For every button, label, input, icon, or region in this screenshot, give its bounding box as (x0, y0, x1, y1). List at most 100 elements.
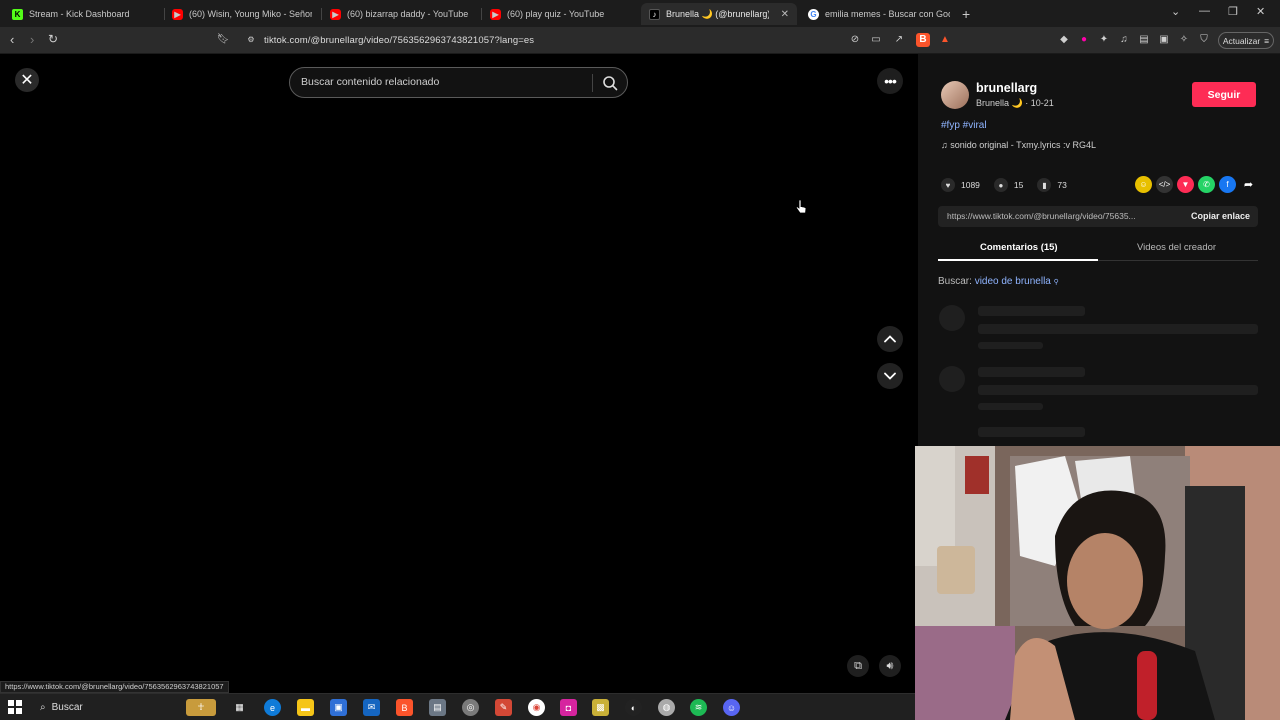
microsoft-store-icon[interactable]: ▣ (330, 699, 347, 716)
author-display-name: Brunella 🌙 (976, 98, 1023, 108)
tiktok-icon: ♪ (649, 8, 660, 20)
chevron-down-icon (884, 372, 896, 380)
app-grey-icon[interactable]: ◍ (658, 699, 675, 716)
next-video-button[interactable] (877, 363, 903, 389)
vpn-icon[interactable]: ⛉ (1197, 33, 1211, 47)
task-view-icon[interactable]: ▦ (231, 699, 248, 716)
more-options-button[interactable]: ••• (877, 68, 903, 94)
minimize-button[interactable]: — (1199, 5, 1210, 17)
like-button[interactable]: ♥ 1089 (941, 178, 980, 192)
mail-icon[interactable]: ✉ (363, 699, 380, 716)
send-icon[interactable]: ▼ (1177, 176, 1194, 193)
brave-shields-icon[interactable]: B (916, 33, 930, 47)
tab-tiktok-brunella[interactable]: ♪ Brunella 🌙 (@brunellarg) | Tik ✕ (641, 3, 797, 25)
tab-comments[interactable]: Comentarios (15) (980, 242, 1058, 253)
related-content-search[interactable]: Buscar contenido relacionado (289, 67, 628, 98)
comment-skeleton-line (978, 403, 1043, 410)
extension-diamond-icon[interactable]: ◆ (1057, 33, 1071, 47)
spotify-icon[interactable]: ≋ (690, 699, 707, 716)
search-suggestion[interactable]: Buscar: video de brunella ⚲ (938, 276, 1059, 287)
tab-creator-videos[interactable]: Videos del creador (1137, 242, 1216, 253)
avatar[interactable] (941, 81, 969, 109)
chevron-up-icon (884, 335, 896, 343)
extensions-puzzle-icon[interactable]: ✦ (1097, 33, 1111, 47)
tab-kick-dashboard[interactable]: K Stream - Kick Dashboard (4, 3, 164, 25)
previous-video-button[interactable] (877, 326, 903, 352)
more-share-icon[interactable]: ➦ (1240, 176, 1257, 193)
edge-icon[interactable]: e (264, 699, 281, 716)
search-prefix: Buscar: (938, 276, 972, 287)
media-icon[interactable]: ♫ (1117, 33, 1131, 47)
whatsapp-icon[interactable]: ✆ (1198, 176, 1215, 193)
tab-google-search[interactable]: G emilia memes - Buscar con Google (800, 3, 958, 25)
webcam-overlay (915, 446, 1280, 720)
author-username[interactable]: brunellarg (976, 81, 1037, 95)
music-note-icon: ♫ (941, 140, 951, 150)
search-icon[interactable] (601, 74, 619, 92)
chrome-icon[interactable]: ◉ (528, 699, 545, 716)
search-input[interactable]: Buscar contenido relacionado (301, 76, 439, 88)
file-explorer-icon[interactable]: ▬ (297, 699, 314, 716)
share-icon[interactable]: ↗ (892, 33, 906, 47)
restore-button[interactable]: ❐ (1228, 5, 1238, 18)
friends-share-icon[interactable]: ☺ (1135, 176, 1152, 193)
app-icon[interactable]: ▤ (429, 699, 446, 716)
site-settings-icon[interactable]: ⚙ (244, 33, 258, 47)
windows-start-icon[interactable] (8, 700, 22, 714)
taskbar-search[interactable]: ⌕ Buscar (32, 697, 212, 718)
browser-toolbar: ‹ › ↻ 🔖︎ ⚙ tiktok.com/@brunellarg/video/… (0, 27, 1280, 54)
menu-icon: ≡ (1264, 35, 1270, 46)
cast-icon[interactable]: ▭ (869, 33, 883, 47)
close-video-button[interactable]: ✕ (15, 68, 39, 92)
new-tab-button[interactable]: + (962, 6, 970, 22)
comment-count: 15 (1013, 180, 1024, 190)
search-highlight-icon[interactable]: ☥ (186, 699, 216, 716)
obs-icon[interactable]: ◎ (462, 699, 479, 716)
brave-icon[interactable]: B (396, 699, 413, 716)
app-red-icon[interactable]: ✎ (495, 699, 512, 716)
author-subtitle: Brunella 🌙 · 10-21 (976, 98, 1054, 109)
wallet-icon[interactable]: ▣ (1157, 33, 1171, 47)
forward-button[interactable]: › (30, 32, 34, 47)
tab-play-quiz-youtube[interactable]: ▶ (60) play quiz - YouTube (482, 3, 640, 25)
mute-tab-icon[interactable]: ⊘ (848, 33, 862, 47)
screen: K Stream - Kick Dashboard ▶ (60) Wisin, … (0, 0, 1280, 720)
search-small-icon: ⚲ (1053, 279, 1059, 286)
back-button[interactable]: ‹ (10, 32, 14, 47)
copy-link-button[interactable]: Copiar enlace (1191, 211, 1250, 221)
comment-skeleton-line (978, 367, 1085, 377)
music-line[interactable]: ♫ sonido original - Txmy.lyrics :v RG4L (941, 140, 1096, 150)
discord-icon[interactable]: ☺ (723, 699, 740, 716)
bookmark-icon[interactable]: 🔖︎ (216, 33, 230, 47)
save-button[interactable]: ▮ 73 (1037, 178, 1067, 192)
app-dark-icon[interactable]: ◐ (625, 699, 642, 716)
address-bar-url[interactable]: tiktok.com/@brunellarg/video/75635629637… (264, 35, 534, 46)
tab-search-dropdown-icon[interactable]: ⌄ (1171, 5, 1180, 18)
volume-button[interactable]: 🔊︎ (879, 655, 901, 677)
comment-skeleton-line (978, 427, 1085, 437)
close-tab-icon[interactable]: ✕ (781, 9, 789, 20)
tab-wisin-youtube[interactable]: ▶ (60) Wisin, Young Miko - Señorita ( (164, 3, 320, 25)
post-hashtags[interactable]: #fyp #viral (941, 120, 987, 131)
close-window-button[interactable]: ✕ (1256, 5, 1265, 18)
leo-ai-icon[interactable]: ✧ (1177, 33, 1191, 47)
follow-button[interactable]: Seguir (1192, 82, 1256, 107)
picture-in-picture-button[interactable]: ⧉ (847, 655, 869, 677)
brave-rewards-icon[interactable]: ▲ (938, 33, 952, 47)
link-status-bar: https://www.tiktok.com/@brunellarg/video… (0, 681, 229, 693)
reload-button[interactable]: ↻ (48, 32, 58, 46)
share-link-url: https://www.tiktok.com/@brunellarg/video… (947, 211, 1136, 221)
video-player[interactable]: ✕ Buscar contenido relacionado ••• ⧉ 🔊︎ (0, 54, 918, 692)
embed-icon[interactable]: </> (1156, 176, 1173, 193)
copy-link-box: https://www.tiktok.com/@brunellarg/video… (938, 206, 1258, 227)
reading-list-icon[interactable]: ▤ (1137, 33, 1151, 47)
tab-label: Brunella 🌙 (@brunellarg) | Tik (666, 8, 769, 19)
tab-bizarrap-youtube[interactable]: ▶ (60) bizarrap daddy - YouTube (322, 3, 480, 25)
instagram-icon[interactable]: ◘ (560, 699, 577, 716)
heart-icon: ♥ (941, 178, 955, 192)
comment-button[interactable]: ● 15 (993, 178, 1024, 192)
facebook-icon[interactable]: f (1219, 176, 1236, 193)
update-browser-button[interactable]: Actualizar ≡ (1218, 32, 1274, 49)
minecraft-icon[interactable]: ▩ (592, 699, 609, 716)
extension-color-icon[interactable]: ● (1077, 33, 1091, 47)
